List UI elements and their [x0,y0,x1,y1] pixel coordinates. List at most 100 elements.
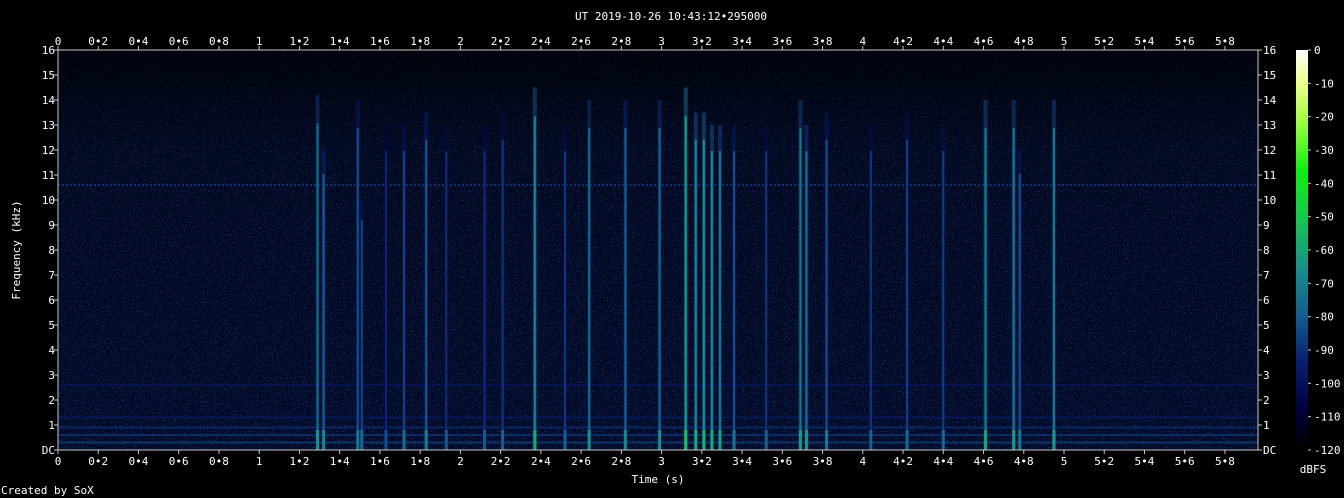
y-tick-right-label: 2 [1263,394,1270,407]
x-tick-bottom-label: 1 [256,455,263,468]
y-tick-left-label: 8 [48,244,55,257]
x-tick-bottom-label: 4•4 [933,455,953,468]
x-axis-top: 0 0•2 0•4 0•6 0•8 1 1•2 1•4 1•6 1•8 2 2•2 2•4 2•6 2•8 3… [55,35,1235,50]
x-tick-top-label: 3 [658,35,665,48]
colorbar-tick-label: -50 [1314,211,1334,224]
x-axis-bottom: 0 0•2 0•4 0•6 0•8 1 1•2 1•4 1•6 1•8 2 2•2 2•4 2•6 2•8 3… [55,450,1235,468]
x-tick-bottom-label: 2•6 [571,455,591,468]
x-tick-bottom-label: 0•8 [209,455,229,468]
y-tick-right-label: 16 [1263,44,1276,57]
x-tick-top-label: 3•4 [732,35,752,48]
x-tick-top-label: 3•6 [772,35,792,48]
y-tick-left-label: DC [42,444,55,457]
colorbar-ticks: 0 -10 -20 -30 -40 -50 -60 -70 -80 -90 -100 -110 -120 [1308,44,1341,457]
x-tick-top-label: 2•6 [571,35,591,48]
x-tick-top-label: 4 [859,35,866,48]
x-tick-bottom-label: 4•6 [974,455,994,468]
colorbar-tick-label: -10 [1314,77,1334,90]
spectrogram-plot [58,50,1258,450]
x-tick-top-label: 5•4 [1135,35,1155,48]
y-tick-left-label: 16 [42,44,55,57]
x-tick-top-label: 0•4 [129,35,149,48]
x-tick-top-label: 1•4 [330,35,350,48]
x-tick-top-label: 1•8 [410,35,430,48]
x-tick-bottom-label: 2 [457,455,464,468]
y-tick-left-label: 6 [48,294,55,307]
y-tick-left-label: 9 [48,219,55,232]
x-tick-bottom-label: 1•6 [370,455,390,468]
x-tick-bottom-label: 4 [859,455,866,468]
x-tick-top-label: 1•2 [290,35,310,48]
y-tick-left-label: 1 [48,419,55,432]
x-tick-bottom-label: 0•6 [169,455,189,468]
x-tick-top-label: 5 [1061,35,1068,48]
x-tick-top-label: 5•2 [1094,35,1114,48]
y-tick-left-label: 12 [42,144,55,157]
x-axis-label: Time (s) [632,473,685,486]
x-tick-bottom-label: 3 [658,455,665,468]
chart-title: UT 2019-10-26 10:43:12•295000 [575,10,767,23]
y-tick-left-label: 7 [48,269,55,282]
y-tick-left-label: 13 [42,119,55,132]
colorbar [1296,50,1308,450]
y-tick-right-label: 9 [1263,219,1270,232]
y-tick-left-label: 2 [48,394,55,407]
x-tick-bottom-label: 5•4 [1135,455,1155,468]
colorbar-tick-label: 0 [1314,44,1321,57]
x-tick-bottom-label: 0 [55,455,62,468]
x-tick-bottom-label: 5 [1061,455,1068,468]
y-tick-right-label: 12 [1263,144,1276,157]
y-axis-left: DC12345678910111213141516 [42,44,58,457]
x-tick-top-label: 4•4 [933,35,953,48]
y-axis-label: Frequency (kHz) [10,200,23,299]
x-tick-bottom-label: 4•2 [893,455,913,468]
x-tick-bottom-label: 5•8 [1215,455,1235,468]
x-tick-top-label: 5•8 [1215,35,1235,48]
x-tick-top-label: 4•2 [893,35,913,48]
x-tick-top-label: 0•2 [88,35,108,48]
x-tick-top-label: 3•8 [813,35,833,48]
x-tick-top-label: 0 [55,35,62,48]
colorbar-tick-label: -100 [1314,377,1341,390]
colorbar-tick-label: -120 [1314,444,1341,457]
colorbar-tick-label: -90 [1314,344,1334,357]
spectrogram-figure: UT 2019-10-26 10:43:12•295000 0 0•2 0•4 0•6… [1,10,1341,497]
y-tick-right-label: 3 [1263,369,1270,382]
x-tick-bottom-label: 3•8 [813,455,833,468]
x-tick-bottom-label: 1•8 [410,455,430,468]
y-tick-right-label: 14 [1263,94,1277,107]
y-tick-right-label: DC [1263,444,1276,457]
y-tick-left-label: 5 [48,319,55,332]
x-tick-top-label: 2•8 [611,35,631,48]
x-tick-top-label: 0•8 [209,35,229,48]
y-axis-right: DC12345678910111213141516 [1258,44,1277,457]
x-tick-bottom-label: 5•6 [1175,455,1195,468]
y-tick-right-label: 4 [1263,344,1270,357]
x-tick-top-label: 2 [457,35,464,48]
y-tick-right-label: 10 [1263,194,1276,207]
x-tick-top-label: 1 [256,35,263,48]
x-tick-bottom-label: 2•8 [611,455,631,468]
y-tick-left-label: 3 [48,369,55,382]
x-tick-top-label: 4•8 [1014,35,1034,48]
x-tick-top-label: 2•4 [531,35,551,48]
x-tick-top-label: 1•6 [370,35,390,48]
colorbar-tick-label: -60 [1314,244,1334,257]
y-tick-left-label: 15 [42,69,55,82]
x-tick-bottom-label: 1•4 [330,455,350,468]
y-tick-left-label: 4 [48,344,55,357]
x-tick-bottom-label: 3•2 [692,455,712,468]
y-tick-left-label: 11 [42,169,55,182]
y-tick-right-label: 8 [1263,244,1270,257]
x-tick-top-label: 3•2 [692,35,712,48]
footer-credit: Created by SoX [1,484,94,497]
colorbar-label: dBFS [1300,463,1327,476]
x-tick-bottom-label: 0•4 [129,455,149,468]
x-tick-bottom-label: 2•4 [531,455,551,468]
y-tick-right-label: 15 [1263,69,1276,82]
colorbar-tick-label: -20 [1314,111,1334,124]
x-tick-bottom-label: 5•2 [1094,455,1114,468]
x-tick-bottom-label: 4•8 [1014,455,1034,468]
y-tick-left-label: 14 [42,94,56,107]
x-tick-top-label: 5•6 [1175,35,1195,48]
